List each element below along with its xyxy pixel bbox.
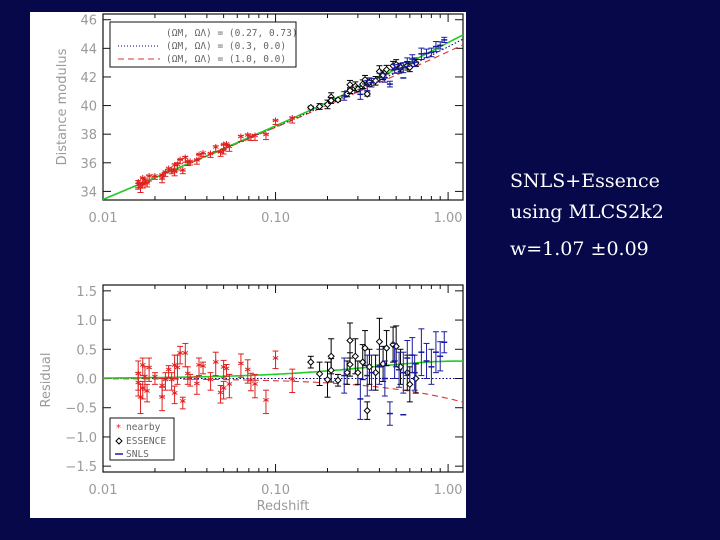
nearby-sn-point: * — [226, 379, 233, 393]
nearby-sn-point: * — [207, 374, 214, 388]
hubble-diagram-figure: Distance modulus 0.01 0.10 1.00 34 36 38 40 42 4… — [30, 12, 466, 518]
nearby-sn-point: * — [194, 379, 201, 393]
bottom-legend: * nearby ESSENCE SNLS — [109, 417, 175, 461]
essence-sn-point — [346, 81, 354, 89]
y-tick-label: 0.5 — [76, 343, 97, 358]
nearby-sn-point: * — [226, 141, 233, 155]
legend-label-eds: (ΩM, ΩΛ) = (1.0, 0.0) — [166, 54, 286, 65]
x-tick-label: 0.10 — [261, 483, 290, 498]
essence-sn-point — [363, 406, 371, 415]
essence-sn-point — [346, 336, 354, 345]
legend-label-snls: SNLS — [126, 449, 149, 460]
bottom-y-axis-label: Residual — [39, 353, 54, 408]
distance-modulus-panel: Distance modulus 0.01 0.10 1.00 34 36 38 40 42 4… — [55, 13, 464, 226]
nearby-sn-point: * — [171, 388, 178, 402]
legend-label-lcdm: (ΩM, ΩΛ) = (0.27, 0.73) — [166, 28, 298, 39]
y-tick-label: −1.0 — [65, 431, 97, 446]
nearby-sn-point: * — [263, 130, 270, 144]
y-tick-label: −1.5 — [65, 460, 97, 475]
caption-line-2: using MLCS2k2 — [510, 201, 664, 223]
caption-line-3: w=1.07 ±0.09 — [510, 238, 649, 260]
x-axis-label: Redshift — [257, 499, 310, 514]
essence-sn-point — [334, 376, 342, 384]
legend-label-open: (ΩM, ΩΛ) = (0.3, 0.0) — [166, 41, 286, 52]
residual-panel: Residual Redshift 0.01 0.10 1.00 −1.5 −1.0 −0… — [39, 284, 464, 514]
nearby-sn-point: * — [289, 113, 296, 127]
essence-sn-point — [327, 366, 335, 375]
y-tick-label: −0.5 — [65, 402, 97, 417]
caption-line-1: SNLS+Essence — [510, 170, 660, 192]
y-tick-label: 46 — [80, 14, 97, 29]
nearby-sn-point: * — [252, 379, 259, 393]
x-tick-label: 0.01 — [89, 483, 118, 498]
nearby-sn-point: * — [200, 361, 207, 375]
top-y-axis-label: Distance modulus — [55, 48, 70, 165]
nearby-sn-point: * — [152, 372, 159, 386]
essence-sn-point — [343, 368, 351, 377]
top-legend: (ΩM, ΩΛ) = (0.27, 0.73) (ΩM, ΩΛ) = (0.3,… — [109, 21, 298, 68]
x-tick-label: 0.10 — [261, 211, 290, 226]
y-tick-label: 34 — [80, 185, 97, 200]
legend-star-icon: * — [116, 423, 121, 434]
nearby-sn-point: * — [182, 348, 189, 362]
essence-sn-point — [307, 358, 315, 366]
nearby-sn-point: * — [272, 353, 279, 367]
y-tick-label: 1.0 — [76, 314, 97, 329]
nearby-sn-point: * — [213, 357, 220, 371]
nearby-sn-point: * — [174, 363, 181, 377]
y-tick-label: 0.0 — [76, 373, 97, 388]
essence-sn-point — [351, 352, 360, 361]
bottom-data-points: *************************************** — [135, 317, 448, 426]
y-tick-label: 38 — [80, 128, 97, 143]
hubble-diagram-svg: Distance modulus 0.01 0.10 1.00 34 36 38 40 42 4… — [39, 13, 464, 514]
y-tick-label: 36 — [80, 157, 97, 172]
nearby-sn-point: * — [200, 148, 207, 162]
nearby-sn-point: * — [159, 392, 166, 406]
nearby-sn-point: * — [180, 396, 187, 410]
x-tick-label: 0.01 — [89, 211, 118, 226]
y-tick-label: 42 — [80, 71, 97, 86]
essence-sn-point — [375, 337, 384, 346]
legend-label-essence: ESSENCE — [126, 436, 166, 447]
essence-sn-point — [382, 65, 391, 74]
y-tick-label: 1.5 — [76, 285, 97, 300]
y-tick-label: 44 — [80, 42, 97, 57]
essence-sn-point — [412, 374, 420, 383]
nearby-sn-point: * — [252, 131, 259, 145]
x-tick-label: 1.00 — [434, 483, 463, 498]
x-tick-label: 1.00 — [434, 211, 463, 226]
legend-label-nearby: nearby — [126, 422, 161, 433]
nearby-sn-point: * — [272, 115, 279, 129]
essence-sn-point — [346, 360, 354, 369]
y-tick-label: 40 — [80, 100, 97, 115]
nearby-sn-point: * — [144, 386, 151, 400]
nearby-sn-point: * — [263, 395, 270, 409]
nearby-sn-point: * — [152, 171, 159, 185]
nearby-sn-point: * — [289, 374, 296, 388]
